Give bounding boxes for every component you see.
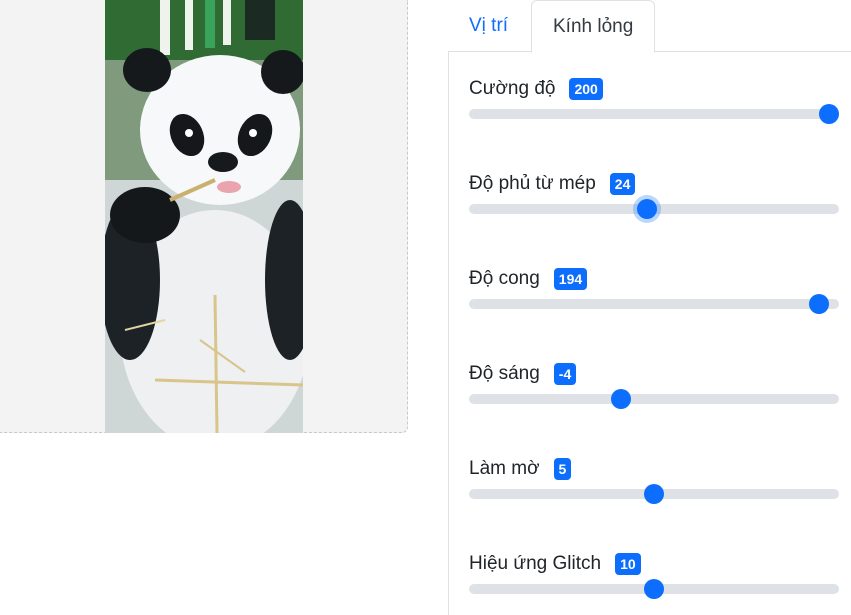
panda-image-icon [105,0,303,433]
slider-label: Độ sáng [469,363,540,384]
slider-label: Độ cong [469,268,540,289]
intensity-slider[interactable] [469,104,839,124]
slider-label: Hiệu ứng Glitch [469,553,602,574]
panda-photo[interactable] [105,0,303,433]
edge-coverage-slider[interactable] [469,199,839,219]
value-badge: 5 [553,458,572,480]
curvature-slider[interactable] [469,294,839,314]
glitch-slider[interactable] [469,579,839,599]
tab-bar: Vị trí Kính lỏng [448,0,851,53]
value-badge: 200 [569,78,603,100]
tab-vi-tri[interactable]: Vị trí [448,0,529,52]
value-badge: -4 [553,363,577,385]
slider-label: Độ phủ từ mép [469,173,596,194]
slider-thumb[interactable] [644,484,664,504]
slider-thumb[interactable] [637,199,657,219]
preview-canvas[interactable] [0,0,408,433]
slider-label: Làm mờ [469,458,540,479]
value-badge: 24 [609,173,636,195]
value-badge: 10 [615,553,641,575]
slider-thumb[interactable] [819,104,839,124]
blur-slider[interactable] [469,484,839,504]
slider-thumb[interactable] [808,294,829,314]
slider-thumb[interactable] [644,579,664,599]
slider-label: Cường độ [469,78,556,99]
tab-kinh-long[interactable]: Kính lỏng [531,0,656,53]
slider-thumb[interactable] [610,389,631,409]
brightness-slider[interactable] [469,389,839,409]
value-badge: 194 [553,268,588,290]
liquid-glass-panel: Cường độ 200 Độ phủ từ mép 24 Độ cong 19… [448,52,851,615]
